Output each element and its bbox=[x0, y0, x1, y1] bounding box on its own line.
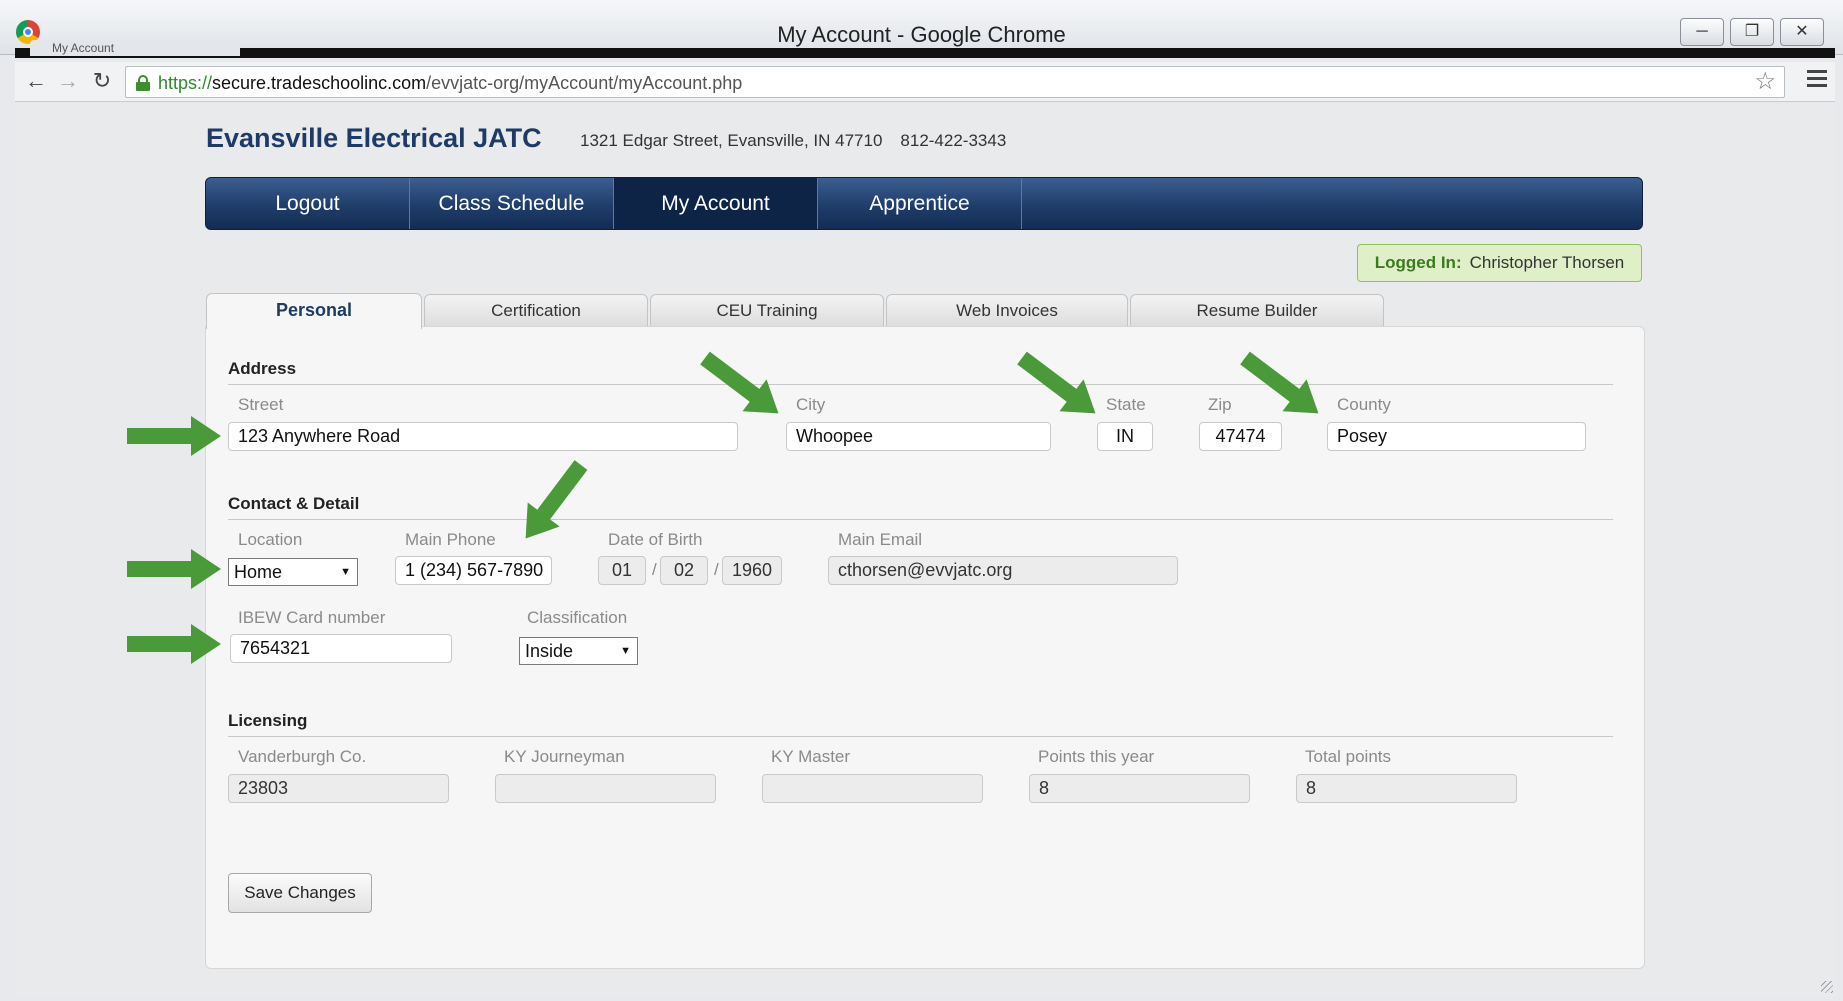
tab-ceu-training[interactable]: CEU Training bbox=[650, 294, 884, 328]
resize-grip-icon[interactable] bbox=[1821, 981, 1833, 993]
licensing-divider bbox=[228, 736, 1613, 737]
reload-icon[interactable]: ↻ bbox=[89, 70, 115, 92]
dob-year-input[interactable]: 1960 bbox=[722, 556, 782, 585]
ibew-label: IBEW Card number bbox=[238, 608, 386, 627]
maximize-button[interactable]: ❐ bbox=[1730, 18, 1774, 46]
ky-master-label: KY Master bbox=[771, 747, 851, 766]
nav-logout[interactable]: Logout bbox=[206, 178, 410, 229]
title-bar: My Account - Google Chrome ─ ❐ ✕ bbox=[0, 0, 1843, 55]
page-content: Evansville Electrical JATC 1321 Edgar St… bbox=[15, 103, 1835, 996]
browser-window: My Account - Google Chrome ─ ❐ ✕ My Acco… bbox=[0, 0, 1843, 1001]
contact-heading: Contact & Detail bbox=[228, 494, 360, 513]
dob-label: Date of Birth bbox=[608, 530, 703, 549]
bookmark-star-icon[interactable]: ☆ bbox=[1754, 70, 1776, 94]
address-divider bbox=[228, 384, 1613, 385]
arrow-annotation-icon bbox=[1017, 351, 1112, 428]
tab-personal[interactable]: Personal bbox=[206, 293, 422, 329]
main-phone-label: Main Phone bbox=[405, 530, 496, 549]
ky-journeyman-input[interactable] bbox=[495, 774, 716, 803]
personal-panel: Address Street 123 Anywhere Road City Wh… bbox=[205, 326, 1645, 969]
org-contact-info: 1321 Edgar Street, Evansville, IN 47710 8… bbox=[580, 131, 1024, 151]
lock-icon bbox=[136, 75, 150, 91]
street-input[interactable]: 123 Anywhere Road bbox=[228, 422, 738, 451]
org-address: 1321 Edgar Street, Evansville, IN 47710 bbox=[580, 131, 883, 150]
total-points-input[interactable]: 8 bbox=[1296, 774, 1517, 803]
nav-class-schedule[interactable]: Class Schedule bbox=[410, 178, 614, 229]
ky-master-input[interactable] bbox=[762, 774, 983, 803]
dob-month-input[interactable]: 01 bbox=[598, 556, 646, 585]
arrow-annotation-icon bbox=[127, 416, 221, 456]
dropdown-caret-icon: ▼ bbox=[340, 566, 351, 578]
forward-arrow-icon[interactable]: → bbox=[55, 70, 81, 92]
arrow-annotation-icon bbox=[127, 549, 221, 589]
arrow-annotation-icon bbox=[127, 624, 221, 664]
browser-tab[interactable]: My Account bbox=[30, 40, 240, 56]
main-email-input[interactable]: cthorsen@evvjatc.org bbox=[828, 556, 1178, 585]
ky-journeyman-label: KY Journeyman bbox=[504, 747, 625, 766]
dob-separator: / bbox=[714, 560, 719, 579]
arrow-annotation-icon bbox=[700, 351, 795, 428]
save-changes-button[interactable]: Save Changes bbox=[228, 873, 372, 913]
tab-certification[interactable]: Certification bbox=[424, 294, 648, 328]
org-phone: 812-422-3343 bbox=[900, 131, 1007, 150]
main-phone-input[interactable]: 1 (234) 567-7890 bbox=[395, 556, 552, 585]
arrow-annotation-icon bbox=[515, 460, 595, 545]
street-label: Street bbox=[238, 395, 284, 414]
nav-apprentice[interactable]: Apprentice bbox=[818, 178, 1022, 229]
vanderburgh-label: Vanderburgh Co. bbox=[238, 747, 367, 766]
main-nav: Logout Class Schedule My Account Apprent… bbox=[205, 177, 1643, 230]
points-year-input[interactable]: 8 bbox=[1029, 774, 1250, 803]
county-label: County bbox=[1337, 395, 1391, 414]
main-email-label: Main Email bbox=[838, 530, 923, 549]
nav-my-account[interactable]: My Account bbox=[614, 178, 818, 229]
county-input[interactable]: Posey bbox=[1327, 422, 1586, 451]
browser-toolbar: ← → ↻ https://secure.tradeschoolinc.com/… bbox=[15, 62, 1835, 102]
chrome-menu-icon[interactable] bbox=[1807, 70, 1827, 88]
minimize-button[interactable]: ─ bbox=[1680, 18, 1724, 46]
org-name: Evansville Electrical JATC bbox=[206, 123, 542, 153]
licensing-heading: Licensing bbox=[228, 711, 308, 730]
close-button[interactable]: ✕ bbox=[1780, 18, 1824, 46]
logged-in-user: Christopher Thorsen bbox=[1469, 253, 1625, 272]
dob-separator: / bbox=[652, 560, 657, 579]
city-label: City bbox=[796, 395, 826, 414]
address-bar[interactable]: https://secure.tradeschoolinc.com/evvjat… bbox=[125, 66, 1785, 98]
tab-strip bbox=[15, 48, 1835, 58]
points-year-label: Points this year bbox=[1038, 747, 1155, 766]
contact-divider bbox=[228, 519, 1613, 520]
tab-resume-builder[interactable]: Resume Builder bbox=[1130, 294, 1384, 328]
logged-in-badge: Logged In: Christopher Thorsen bbox=[1357, 244, 1642, 282]
total-points-label: Total points bbox=[1305, 747, 1391, 766]
city-input[interactable]: Whoopee bbox=[786, 422, 1051, 451]
classification-label: Classification bbox=[527, 608, 628, 627]
arrow-annotation-icon bbox=[1240, 351, 1335, 428]
back-arrow-icon[interactable]: ← bbox=[23, 70, 49, 92]
classification-select[interactable]: Inside ▼ bbox=[519, 637, 638, 665]
dropdown-caret-icon: ▼ bbox=[620, 645, 631, 657]
dob-day-input[interactable]: 02 bbox=[660, 556, 708, 585]
zip-label: Zip bbox=[1208, 395, 1232, 414]
vanderburgh-input[interactable]: 23803 bbox=[228, 774, 449, 803]
ibew-input[interactable]: 7654321 bbox=[230, 634, 452, 663]
url-text[interactable]: https://secure.tradeschoolinc.com/evvjat… bbox=[158, 73, 742, 94]
location-select[interactable]: Home ▼ bbox=[228, 558, 358, 586]
location-label: Location bbox=[238, 530, 303, 549]
tab-web-invoices[interactable]: Web Invoices bbox=[886, 294, 1128, 328]
window-title: My Account - Google Chrome bbox=[777, 22, 1066, 47]
address-heading: Address bbox=[228, 359, 297, 378]
